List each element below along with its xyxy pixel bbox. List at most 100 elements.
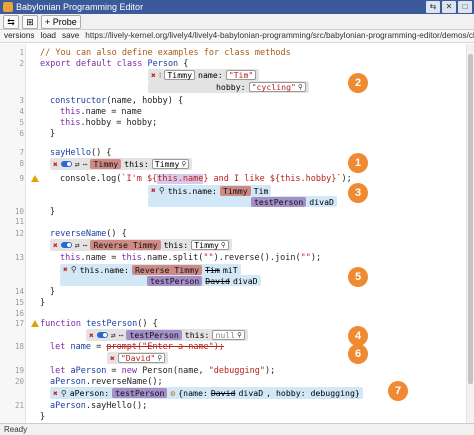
close-icon[interactable]: ✖ (53, 241, 58, 250)
wrap-icon[interactable]: ⚲ (298, 83, 303, 92)
search-icon[interactable]: ⚲ (71, 265, 77, 274)
code-line[interactable]: let aPerson = new Person(name, "debuggin… (50, 366, 275, 376)
replacement-widget[interactable]: ✖ "David" ⚲ (107, 352, 169, 364)
close-icon[interactable]: ✖ (63, 265, 68, 274)
code-line[interactable]: } (50, 207, 55, 217)
example-widget[interactable]: ✖ ⇄ ⋯ Reverse Timmy this: Timmy ⚲ (50, 239, 232, 251)
probe-old-value: David (210, 388, 236, 398)
wrap-icon[interactable]: ⚲ (181, 160, 186, 169)
toggle-icon[interactable] (60, 242, 72, 248)
wrap-icon[interactable]: ⚲ (157, 354, 162, 363)
probe-widget[interactable]: ✖ ⚲ this.name: Reverse Timmy Tim miT (60, 264, 241, 275)
code-line[interactable]: export default class Person { (40, 59, 188, 69)
wrap-icon[interactable]: ⚲ (221, 241, 226, 250)
code-text: ); (310, 253, 322, 263)
swap-button[interactable]: ⇆ (3, 15, 19, 29)
more-icon[interactable]: ⋯ (119, 331, 124, 340)
probe-value: divaD (238, 388, 264, 398)
swap-window-button[interactable]: ⇆ (426, 1, 440, 13)
swap-icon[interactable]: ⇄ (75, 160, 80, 169)
toggle-icon[interactable] (96, 332, 108, 338)
code-line[interactable]: console.log(`I'm ${this.name} and I like… (60, 174, 352, 184)
more-icon[interactable]: ⋯ (83, 241, 88, 250)
code-text: } (50, 129, 56, 139)
object-icon[interactable]: ⚙ (170, 389, 175, 398)
keyword: this (60, 118, 81, 128)
example-name-tag[interactable]: testPerson (126, 330, 182, 340)
this-field[interactable]: null ⚲ (212, 330, 245, 340)
code-line[interactable]: reverseName() { (50, 229, 127, 239)
warning-icon[interactable] (31, 320, 39, 327)
this-field[interactable]: Timmy ⚲ (151, 159, 190, 169)
swap-icon[interactable]: ⇄ (75, 241, 80, 250)
instance-widget[interactable]: ✖ ⁝ Timmy name: "Tim" (148, 69, 260, 81)
versions-button[interactable]: versions (4, 30, 35, 42)
close-icon[interactable]: ✖ (53, 389, 58, 398)
warning-icon[interactable] (31, 175, 39, 182)
instance-name-field[interactable]: Timmy (164, 70, 196, 80)
save-button[interactable]: save (62, 30, 79, 42)
replaced-expression[interactable]: prompt("Enter a name"); (106, 342, 224, 352)
code-line[interactable]: this.name = name (60, 107, 142, 117)
hobby-arg-field[interactable]: "cycling" ⚲ (248, 82, 306, 92)
replacement-field[interactable]: "David" ⚲ (117, 353, 166, 363)
probe-value: {name: (178, 388, 208, 398)
wrap-icon[interactable]: ⚲ (237, 331, 242, 340)
load-button[interactable]: load (41, 30, 56, 42)
code-line[interactable]: } (50, 287, 55, 297)
this-field[interactable]: Timmy ⚲ (191, 240, 229, 250)
more-icon[interactable]: ⋯ (83, 160, 88, 169)
maximize-window-button[interactable]: □ (458, 1, 472, 13)
code-line[interactable]: } (50, 129, 55, 139)
probe-button[interactable]: + Probe (41, 15, 81, 29)
code-line[interactable]: // You can also define examples for clas… (40, 48, 291, 58)
scrollbar-thumb[interactable] (468, 54, 473, 384)
probe-value: Tim (253, 185, 269, 196)
probe-value: , hobby: debugging} (266, 388, 360, 398)
instance-icon[interactable]: ⁝ (159, 71, 162, 80)
example-name-tag[interactable]: Reverse Timmy (90, 240, 161, 250)
probed-expression[interactable]: this.name (157, 174, 204, 184)
code-text: .name = name (80, 107, 142, 117)
close-window-button[interactable]: ✕ (442, 1, 456, 13)
toggle-icon[interactable] (60, 161, 72, 167)
example-name-tag[interactable]: Timmy (90, 159, 122, 169)
code-line[interactable]: aPerson.sayHello(); (50, 401, 147, 411)
close-icon[interactable]: ✖ (151, 71, 156, 80)
code-line[interactable]: this.hobby = hobby; (60, 118, 157, 128)
close-icon[interactable]: ✖ (110, 354, 115, 363)
code-line[interactable]: } (40, 412, 45, 422)
swap-icon[interactable]: ⇄ (111, 331, 116, 340)
code-line[interactable]: constructor(name, hobby) { (50, 96, 183, 106)
code-line[interactable]: aPerson.reverseName(); (50, 377, 163, 387)
window-title: Babylonian Programming Editor (16, 2, 144, 12)
code-text: = (106, 366, 122, 376)
code-editor[interactable]: 1 2 3 4 5 6 7 8 9 10 11 12 13 14 15 16 1… (0, 44, 474, 423)
search-icon[interactable]: ⚲ (159, 186, 165, 195)
close-icon[interactable]: ✖ (53, 160, 58, 169)
code-line[interactable]: sayHello() { (50, 148, 111, 158)
code-text: } (50, 287, 56, 297)
probe-widget[interactable]: ✖ ⚲ this.name: Timmy Tim (148, 185, 272, 196)
close-icon[interactable]: ✖ (151, 186, 156, 195)
file-url[interactable]: https://lively-kernel.org/lively4/lively… (85, 30, 474, 42)
code-line[interactable]: function testPerson() { (40, 319, 158, 329)
code-line[interactable]: let name = prompt("Enter a name"); (50, 342, 224, 352)
code-line[interactable]: this.name = this.name.split("").reverse(… (60, 253, 321, 263)
example-widget[interactable]: ✖ ⇄ ⋯ Timmy this: Timmy ⚲ (50, 158, 193, 170)
function-name: reverseName (50, 229, 107, 239)
probe-widget[interactable]: ✖ ⚲ aPerson: testPerson ⚙ {name: David di… (50, 387, 363, 399)
line-number: 4 (19, 107, 24, 116)
close-icon[interactable]: ✖ (89, 331, 94, 340)
variable-name: aPerson (50, 377, 86, 387)
window-title-bar: Babylonian Programming Editor ⇆ ✕ □ (0, 0, 474, 14)
code-line[interactable]: } (40, 298, 45, 308)
example-widget[interactable]: ✖ ⇄ ⋯ testPerson this: null ⚲ (86, 329, 248, 341)
search-icon[interactable]: ⚲ (61, 389, 67, 398)
line-number-gutter: 1 2 3 4 5 6 7 8 9 10 11 12 13 14 15 16 1… (0, 44, 26, 423)
name-arg-field[interactable]: "Tim" (225, 70, 257, 80)
function-name: testPerson (86, 319, 138, 329)
settings-button[interactable]: ⊞ (22, 15, 38, 29)
code-text: .hobby = hobby; (80, 118, 158, 128)
vertical-scrollbar[interactable] (466, 44, 474, 423)
